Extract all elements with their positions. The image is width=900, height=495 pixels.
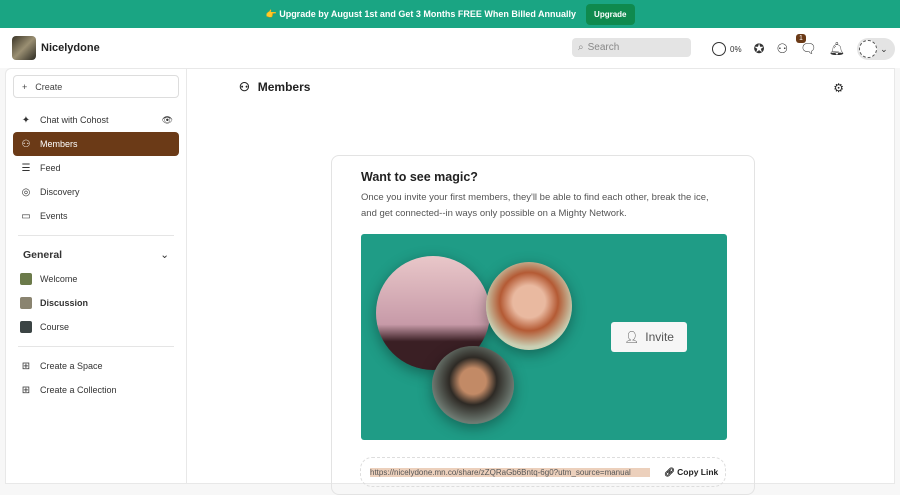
- bell-icon[interactable]: 🔔︎: [829, 41, 846, 57]
- share-url[interactable]: https://nicelydone.mn.co/share/zZQRaGb6B…: [370, 467, 650, 477]
- plus-square-icon: ⊞: [21, 360, 31, 372]
- card-title: Want to see magic?: [361, 170, 478, 184]
- compass-icon: ◎: [21, 186, 31, 198]
- members-icon: ⚇: [239, 80, 250, 94]
- member-photo: [486, 262, 572, 350]
- avatar: [859, 40, 878, 58]
- create-label: Create: [35, 81, 63, 92]
- search-icon: ⌕: [578, 42, 584, 53]
- invite-button[interactable]: 👤︎ Invite: [611, 322, 687, 352]
- member-photo: [432, 346, 514, 424]
- divider: [18, 346, 174, 347]
- members-icon: ⚇: [21, 138, 31, 150]
- page-title: ⚇ Members: [239, 80, 310, 94]
- add-member-icon[interactable]: ⚇: [776, 41, 788, 57]
- space-discussion[interactable]: Discussion: [13, 291, 179, 315]
- item-label: Chat with Cohost: [40, 115, 109, 125]
- main-content: ⚇ Members ⚙ Want to see magic? Once you i…: [187, 68, 895, 495]
- divider: [18, 235, 174, 236]
- link-icon: 🔗︎: [664, 466, 675, 477]
- item-label: Events: [40, 211, 68, 221]
- card-text: Once you invite your first members, they…: [361, 192, 709, 219]
- brand-name[interactable]: Nicelydone: [41, 42, 100, 54]
- calendar-icon: ▭: [21, 210, 31, 222]
- add-user-icon: 👤︎: [624, 330, 640, 344]
- plus-square-icon: ⊞: [21, 384, 31, 396]
- upgrade-button[interactable]: Upgrade: [586, 3, 635, 25]
- section-general[interactable]: General ⌄: [13, 243, 179, 267]
- sidebar-item-feed[interactable]: ☰ Feed: [13, 156, 179, 180]
- copy-link-button[interactable]: 🔗︎ Copy Link: [664, 467, 718, 478]
- community-logo[interactable]: [12, 36, 36, 60]
- space-thumbnail: [20, 321, 32, 333]
- upgrade-banner: 👉 Upgrade by August 1st and Get 3 Months…: [0, 0, 900, 28]
- progress-ring-icon: [712, 42, 726, 56]
- item-label: Welcome: [40, 274, 78, 284]
- gear-icon[interactable]: ⚙: [833, 81, 844, 95]
- sidebar-item-members[interactable]: ⚇ Members: [13, 132, 179, 156]
- item-label: Course: [40, 322, 70, 332]
- chevron-down-icon: ⌄: [880, 43, 888, 54]
- chevron-down-icon: ⌄: [160, 249, 169, 261]
- item-label: Members: [40, 139, 78, 149]
- progress-indicator[interactable]: 0%: [712, 42, 742, 56]
- item-label: Create a Space: [40, 361, 103, 371]
- sidebar-item-chat[interactable]: ✦ Chat with Cohost 👁︎: [13, 108, 179, 132]
- item-label: Create a Collection: [40, 385, 117, 395]
- item-label: Feed: [40, 163, 61, 173]
- item-label: Discovery: [40, 187, 80, 197]
- invite-label: Invite: [645, 330, 674, 344]
- search-placeholder: Search: [587, 42, 620, 53]
- sidebar-item-events[interactable]: ▭ Events: [13, 204, 179, 228]
- section-title: General: [23, 249, 63, 261]
- search-input[interactable]: ⌕ Search: [572, 38, 691, 57]
- space-course[interactable]: Course: [13, 315, 179, 339]
- eye-icon[interactable]: 👁︎: [162, 115, 173, 126]
- share-link-field[interactable]: https://nicelydone.mn.co/share/zZQRaGb6B…: [360, 457, 726, 487]
- create-collection-button[interactable]: ⊞ Create a Collection: [13, 378, 179, 402]
- sidebar-item-discovery[interactable]: ◎ Discovery: [13, 180, 179, 204]
- top-bar: Nicelydone ⌕ Search 0% ✪ ⚇ 🗨 1 🔔︎ ⌄: [0, 28, 900, 68]
- space-thumbnail: [20, 297, 32, 309]
- user-menu[interactable]: ⌄: [857, 38, 896, 60]
- badge-icon[interactable]: ✪: [754, 41, 765, 57]
- sidebar: + Create ✦ Chat with Cohost 👁︎ ⚇ Members ☰ Fe…: [5, 68, 187, 484]
- title-text: Members: [257, 80, 311, 94]
- sparkle-icon: ✦: [21, 114, 31, 126]
- progress-text: 0%: [730, 44, 742, 54]
- invite-illustration: 👤︎ Invite: [361, 234, 727, 440]
- create-button[interactable]: + Create: [13, 75, 179, 98]
- feed-icon: ☰: [21, 162, 31, 174]
- notification-count: 1: [796, 34, 806, 43]
- copy-label: Copy Link: [677, 466, 719, 477]
- space-thumbnail: [20, 273, 32, 285]
- plus-icon: +: [22, 81, 28, 92]
- banner-text: 👉 Upgrade by August 1st and Get 3 Months…: [265, 8, 577, 19]
- chat-icon[interactable]: 🗨: [800, 41, 817, 57]
- item-label: Discussion: [40, 298, 89, 308]
- invite-card: Want to see magic? Once you invite your …: [331, 155, 755, 495]
- space-welcome[interactable]: Welcome: [13, 267, 179, 291]
- create-space-button[interactable]: ⊞ Create a Space: [13, 354, 179, 378]
